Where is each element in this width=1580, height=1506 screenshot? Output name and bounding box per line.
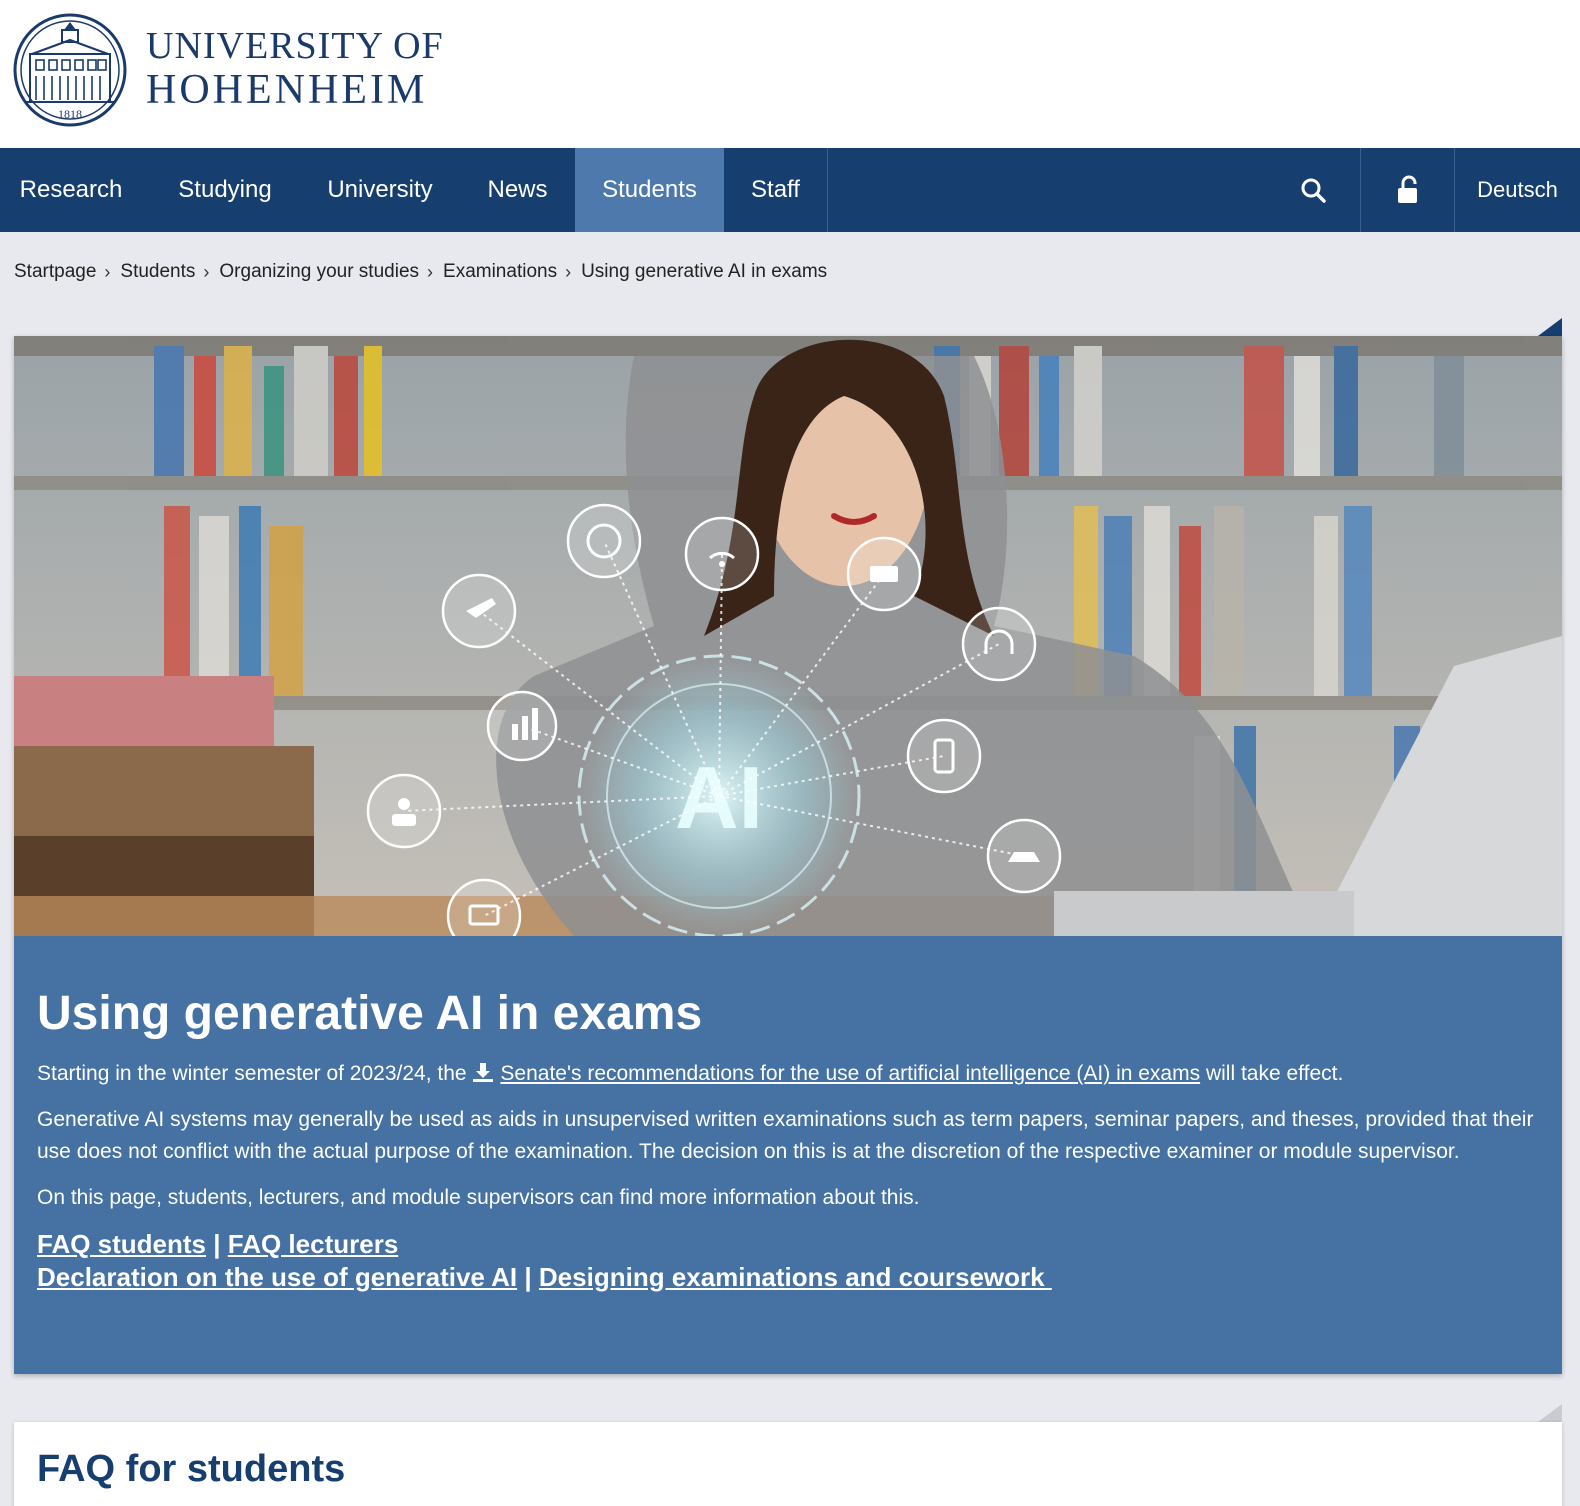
hero-text-content: Using generative AI in exams Starting in… bbox=[37, 986, 1537, 1294]
chevron-right-icon: › bbox=[104, 261, 111, 282]
nav-divider bbox=[827, 148, 828, 232]
brand-line-2: HOHENHEIM bbox=[146, 67, 428, 113]
seal-year: 1818 bbox=[58, 107, 82, 121]
page-title: Using generative AI in exams bbox=[37, 987, 703, 1040]
nav-item-research[interactable]: Research bbox=[0, 148, 142, 232]
search-button[interactable] bbox=[1266, 148, 1360, 232]
breadcrumb-current-page: Using generative AI in exams bbox=[581, 261, 828, 282]
senate-recommendations-link[interactable]: Senate's recommendations for the use of … bbox=[500, 1062, 1200, 1085]
hero-image: AI bbox=[14, 336, 1562, 936]
brand-wordmark[interactable]: UNIVERSITY OF HOHENHEIM bbox=[146, 24, 444, 112]
breadcrumb-startpage[interactable]: Startpage bbox=[14, 261, 96, 283]
site-header: 1818 UNIVERSITY OF HOHENHEIM bbox=[0, 0, 1580, 148]
main-navigation: Research Studying University News Studen… bbox=[0, 148, 1580, 232]
download-icon bbox=[473, 1063, 494, 1082]
breadcrumb-organizing-studies[interactable]: Organizing your studies bbox=[219, 261, 419, 283]
nav-item-news[interactable]: News bbox=[460, 148, 575, 232]
quick-links-row: FAQ students | FAQ lecturers bbox=[37, 1228, 1537, 1261]
chevron-right-icon: › bbox=[427, 261, 434, 282]
intro-text-after: will take effect. bbox=[1205, 1062, 1344, 1085]
chevron-right-icon: › bbox=[565, 261, 572, 282]
nav-item-staff[interactable]: Staff bbox=[724, 148, 827, 232]
brand-line-1: UNIVERSITY OF bbox=[146, 25, 444, 67]
faq-students-link[interactable]: FAQ students bbox=[37, 1229, 206, 1259]
corner-flag-decoration bbox=[1538, 318, 1562, 336]
breadcrumb: Startpage › Students › Organizing your s… bbox=[14, 258, 827, 286]
chevron-right-icon: › bbox=[203, 261, 210, 282]
link-separator: | bbox=[524, 1262, 532, 1292]
nav-item-students[interactable]: Students bbox=[575, 148, 724, 232]
login-button[interactable] bbox=[1361, 148, 1454, 232]
unlock-icon bbox=[1397, 175, 1417, 203]
faq-section-title: FAQ for students bbox=[37, 1448, 346, 1490]
faq-students-section: FAQ for students bbox=[14, 1422, 1562, 1506]
faq-lecturers-link[interactable]: FAQ lecturers bbox=[228, 1229, 399, 1259]
hero-teaser: AI Using generative AI in exams Starting… bbox=[14, 336, 1562, 1374]
declaration-generative-ai-link[interactable]: Declaration on the use of generative AI bbox=[37, 1262, 517, 1292]
link-separator: | bbox=[213, 1229, 221, 1259]
language-switch[interactable]: Deutsch bbox=[1455, 148, 1580, 232]
hero-paragraph-usage: Generative AI systems may generally be u… bbox=[37, 1108, 1534, 1163]
corner-flag-decoration bbox=[1538, 1404, 1562, 1422]
university-seal-logo[interactable]: 1818 bbox=[12, 12, 128, 128]
breadcrumb-examinations[interactable]: Examinations bbox=[443, 261, 557, 283]
intro-text-before: Starting in the winter semester of 2023/… bbox=[37, 1062, 467, 1085]
hero-quick-links: FAQ students | FAQ lecturers Declaration… bbox=[37, 1228, 1537, 1294]
designing-examinations-link[interactable]: Designing examinations and coursework bbox=[539, 1262, 1052, 1292]
quick-links-row: Declaration on the use of generative AI … bbox=[37, 1261, 1537, 1294]
hero-intro-paragraph: Starting in the winter semester of 2023/… bbox=[37, 1058, 1537, 1090]
nav-item-university[interactable]: University bbox=[300, 148, 460, 232]
search-icon bbox=[1301, 178, 1326, 203]
breadcrumb-students[interactable]: Students bbox=[120, 261, 195, 283]
nav-item-studying[interactable]: Studying bbox=[150, 148, 300, 232]
hero-paragraph-info: On this page, students, lecturers, and m… bbox=[37, 1186, 920, 1209]
